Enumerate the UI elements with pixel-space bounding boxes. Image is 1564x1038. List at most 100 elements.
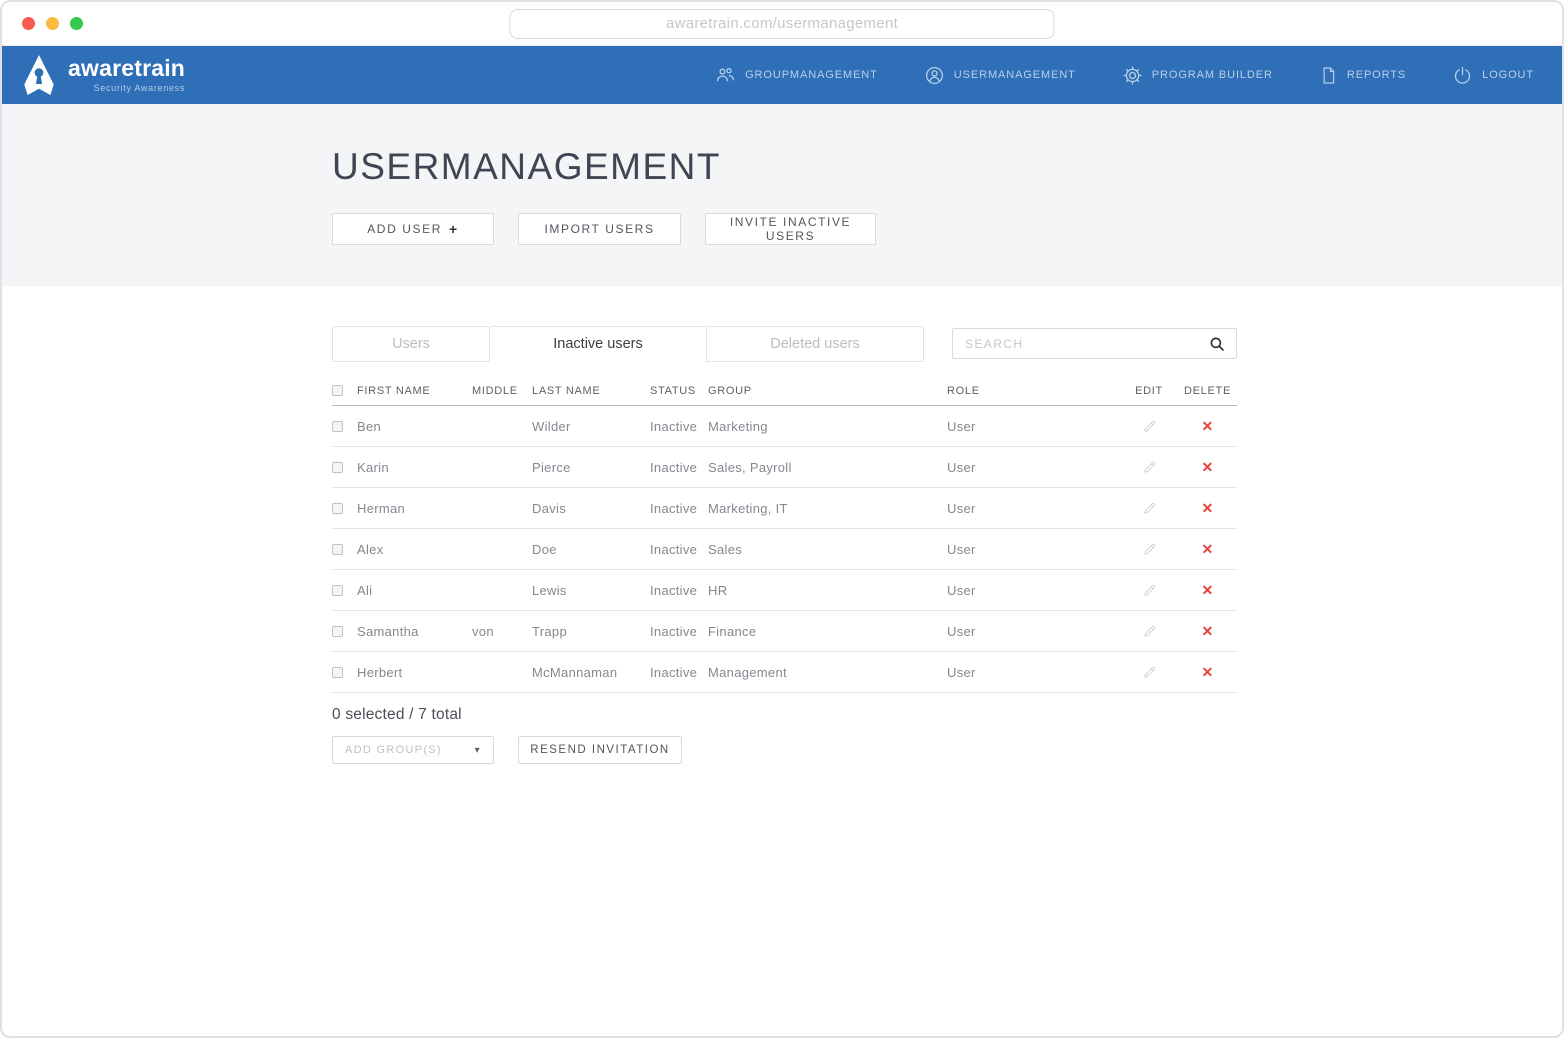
- brand-name: awaretrain: [68, 57, 185, 80]
- traffic-lights: [22, 17, 83, 30]
- table-row: Ben Wilder Inactive Marketing User ✕: [332, 406, 1237, 447]
- search-box: [952, 328, 1237, 359]
- table-row: Ali Lewis Inactive HR User ✕: [332, 570, 1237, 611]
- header-middle: MIDDLE: [472, 385, 532, 397]
- edit-pencil-icon[interactable]: [1142, 419, 1157, 434]
- edit-pencil-icon[interactable]: [1142, 501, 1157, 516]
- cell-last-name: McMannaman: [532, 665, 650, 680]
- nav-item-label: PROGRAM BUILDER: [1152, 69, 1273, 81]
- cell-role: User: [947, 665, 1120, 680]
- user-icon: [924, 65, 945, 86]
- page-header-band: USERMANAGEMENT ADD USER + IMPORT USERS I…: [2, 104, 1562, 286]
- delete-x-icon[interactable]: ✕: [1201, 501, 1213, 515]
- delete-x-icon[interactable]: ✕: [1201, 665, 1213, 679]
- row-checkbox[interactable]: [332, 462, 343, 473]
- address-bar[interactable]: awaretrain.com/usermanagement: [510, 9, 1055, 39]
- edit-pencil-icon[interactable]: [1142, 542, 1157, 557]
- nav-item-label: USERMANAGEMENT: [954, 69, 1076, 81]
- cell-first-name: Herman: [357, 501, 472, 516]
- cell-last-name: Pierce: [532, 460, 650, 475]
- cell-first-name: Alex: [357, 542, 472, 557]
- main-nav: awaretrain Security Awareness GROUPMANAG…: [2, 46, 1562, 104]
- tab-users[interactable]: Users: [332, 326, 490, 362]
- nav-item-groupmanagement[interactable]: GROUPMANAGEMENT: [715, 65, 878, 86]
- cell-middle: von: [472, 624, 532, 639]
- cell-last-name: Lewis: [532, 583, 650, 598]
- zoom-window-button[interactable]: [70, 17, 83, 30]
- cell-first-name: Samantha: [357, 624, 472, 639]
- import-users-button[interactable]: IMPORT USERS: [518, 213, 681, 245]
- cell-role: User: [947, 460, 1120, 475]
- header-edit: EDIT: [1120, 385, 1178, 397]
- table-row: Karin Pierce Inactive Sales, Payroll Use…: [332, 447, 1237, 488]
- brand-text: awaretrain Security Awareness: [68, 57, 185, 93]
- resend-invitation-button[interactable]: RESEND INVITATION: [518, 736, 682, 764]
- cell-status: Inactive: [650, 460, 708, 475]
- cell-role: User: [947, 542, 1120, 557]
- cell-status: Inactive: [650, 665, 708, 680]
- delete-x-icon[interactable]: ✕: [1201, 542, 1213, 556]
- nav-item-program-builder[interactable]: PROGRAM BUILDER: [1122, 65, 1273, 86]
- cell-first-name: Karin: [357, 460, 472, 475]
- cell-role: User: [947, 624, 1120, 639]
- selection-summary: 0 selected / 7 total: [332, 706, 1562, 724]
- tabs-and-search-row: Users Inactive users Deleted users: [332, 326, 1237, 362]
- browser-window: awaretrain.com/usermanagement awaretrain…: [0, 0, 1564, 1038]
- delete-x-icon[interactable]: ✕: [1201, 419, 1213, 433]
- cell-first-name: Ben: [357, 419, 472, 434]
- row-checkbox[interactable]: [332, 667, 343, 678]
- page-actions: ADD USER + IMPORT USERS INVITE INACTIVE …: [332, 213, 1562, 245]
- table-row: Samantha von Trapp Inactive Finance User…: [332, 611, 1237, 652]
- delete-x-icon[interactable]: ✕: [1201, 460, 1213, 474]
- cell-group: Management: [708, 665, 947, 680]
- row-checkbox[interactable]: [332, 421, 343, 432]
- table-row: Herman Davis Inactive Marketing, IT User…: [332, 488, 1237, 529]
- minimize-window-button[interactable]: [46, 17, 59, 30]
- header-status: STATUS: [650, 385, 708, 397]
- row-checkbox[interactable]: [332, 544, 343, 555]
- nav-item-reports[interactable]: REPORTS: [1319, 65, 1406, 86]
- row-checkbox[interactable]: [332, 503, 343, 514]
- header-last-name: LAST NAME: [532, 385, 650, 397]
- select-all-checkbox[interactable]: [332, 385, 343, 396]
- close-window-button[interactable]: [22, 17, 35, 30]
- chevron-down-icon: ▾: [475, 745, 481, 756]
- row-checkbox[interactable]: [332, 585, 343, 596]
- logout-icon: [1452, 65, 1473, 86]
- nav-item-logout[interactable]: LOGOUT: [1452, 65, 1534, 86]
- nav-item-usermanagement[interactable]: USERMANAGEMENT: [924, 65, 1076, 86]
- delete-x-icon[interactable]: ✕: [1201, 624, 1213, 638]
- cell-role: User: [947, 583, 1120, 598]
- report-icon: [1319, 65, 1338, 86]
- nav-item-label: LOGOUT: [1482, 69, 1534, 81]
- gear-icon: [1122, 65, 1143, 86]
- cell-last-name: Doe: [532, 542, 650, 557]
- add-groups-select[interactable]: ADD GROUP(S) ▾: [332, 736, 494, 764]
- header-delete: DELETE: [1178, 385, 1237, 397]
- cell-group: Marketing: [708, 419, 947, 434]
- search-icon[interactable]: [1208, 335, 1226, 353]
- cell-group: Sales, Payroll: [708, 460, 947, 475]
- search-input[interactable]: [963, 336, 1208, 352]
- tab-bar: Users Inactive users Deleted users: [332, 326, 924, 362]
- cell-group: HR: [708, 583, 947, 598]
- edit-pencil-icon[interactable]: [1142, 460, 1157, 475]
- brand-logo[interactable]: awaretrain Security Awareness: [20, 54, 185, 96]
- cell-last-name: Davis: [532, 501, 650, 516]
- table-row: Herbert McMannaman Inactive Management U…: [332, 652, 1237, 693]
- edit-pencil-icon[interactable]: [1142, 583, 1157, 598]
- cell-status: Inactive: [650, 419, 708, 434]
- cell-status: Inactive: [650, 542, 708, 557]
- group-icon: [715, 65, 736, 86]
- add-user-button[interactable]: ADD USER +: [332, 213, 494, 245]
- tab-deleted-users[interactable]: Deleted users: [706, 326, 924, 362]
- cell-status: Inactive: [650, 624, 708, 639]
- row-checkbox[interactable]: [332, 626, 343, 637]
- nav-item-label: GROUPMANAGEMENT: [745, 69, 878, 81]
- plus-icon: +: [449, 221, 459, 237]
- tab-inactive-users[interactable]: Inactive users: [489, 326, 707, 362]
- delete-x-icon[interactable]: ✕: [1201, 583, 1213, 597]
- edit-pencil-icon[interactable]: [1142, 624, 1157, 639]
- invite-inactive-users-button[interactable]: INVITE INACTIVE USERS: [705, 213, 876, 245]
- edit-pencil-icon[interactable]: [1142, 665, 1157, 680]
